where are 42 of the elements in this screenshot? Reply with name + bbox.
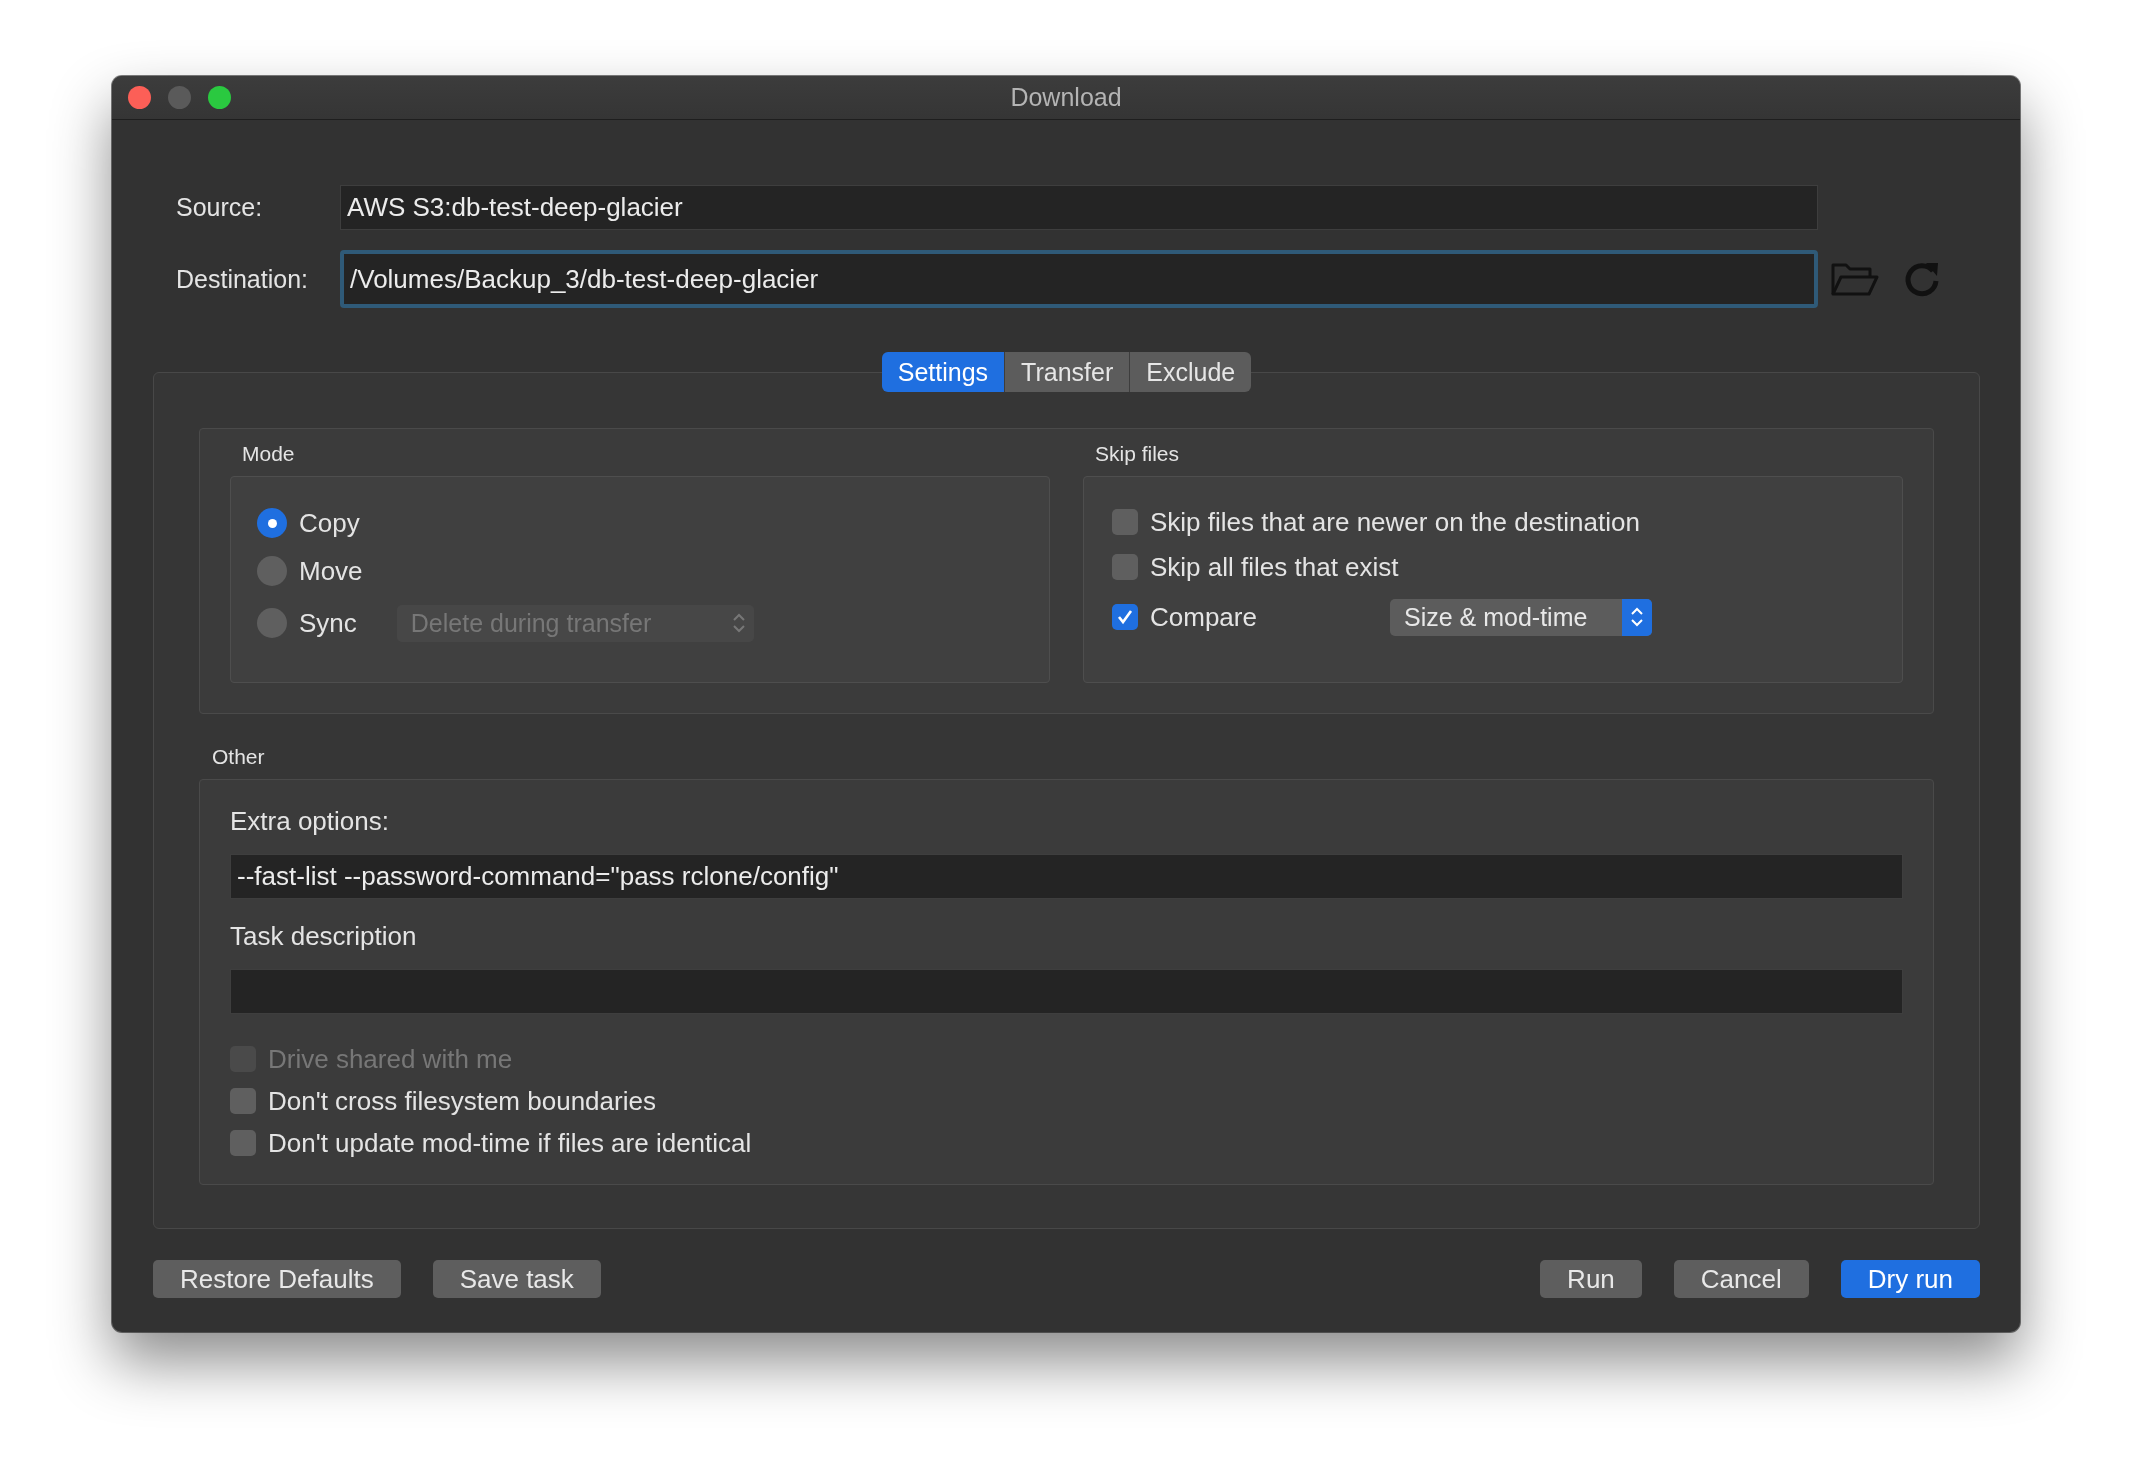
group-title: Other: [211, 744, 266, 770]
group-title: Skip files: [1094, 441, 1181, 467]
stepper-icon: [730, 611, 747, 635]
dialog-button[interactable]: Cancel: [1673, 1260, 1809, 1298]
task-description-field[interactable]: [230, 969, 1903, 1014]
minimize-button[interactable]: [168, 86, 191, 109]
tab[interactable]: Settings: [881, 352, 1006, 392]
window-title: Download: [1010, 83, 1122, 112]
destination-field[interactable]: /Volumes/Backup_3/db-test-deep-glacier: [340, 250, 1818, 308]
tab[interactable]: Transfer: [1005, 352, 1131, 392]
checkbox[interactable]: [1112, 554, 1138, 580]
checkbox-label[interactable]: Skip all files that exist: [1150, 551, 1399, 583]
dialog-button[interactable]: Dry run: [1840, 1260, 1980, 1298]
extra-options-label: Extra options:: [230, 806, 390, 838]
group-title: Mode: [241, 441, 296, 467]
source-field[interactable]: AWS S3:db-test-deep-glacier: [340, 185, 1818, 230]
dialog-button[interactable]: Restore Defaults: [153, 1260, 401, 1298]
source-label: Source:: [175, 193, 264, 222]
dropdown[interactable]: Size & mod-time: [1390, 598, 1652, 636]
close-button[interactable]: [128, 86, 151, 109]
extra-options-field[interactable]: --fast-list --password-command="pass rclone/config": [230, 854, 1903, 899]
radio-label[interactable]: Sync: [299, 607, 357, 639]
checkbox-label[interactable]: Don't update mod-time if files are identical: [268, 1127, 752, 1159]
radio-button[interactable]: [257, 556, 287, 586]
checkbox-label[interactable]: Don't cross filesystem boundaries: [268, 1085, 656, 1117]
checkbox[interactable]: [1112, 509, 1138, 535]
destination-label: Destination:: [175, 264, 310, 294]
radio-button[interactable]: [257, 508, 287, 538]
radio-label[interactable]: Move: [299, 555, 363, 587]
stepper-icon: [1629, 605, 1645, 629]
task-description-label: Task description: [230, 921, 418, 953]
checkbox[interactable]: [230, 1130, 256, 1156]
checkbox[interactable]: [1112, 604, 1138, 630]
checkbox-label[interactable]: Compare: [1150, 601, 1390, 633]
dialog-button[interactable]: Save task: [432, 1260, 601, 1298]
tab[interactable]: Exclude: [1130, 352, 1252, 392]
radio-label[interactable]: Copy: [299, 507, 360, 539]
dialog-button[interactable]: Run: [1540, 1260, 1642, 1298]
checkbox-label[interactable]: Skip files that are newer on the destination: [1150, 506, 1640, 538]
checkbox[interactable]: [230, 1088, 256, 1114]
zoom-button[interactable]: [208, 86, 231, 109]
radio-button[interactable]: [257, 608, 287, 638]
